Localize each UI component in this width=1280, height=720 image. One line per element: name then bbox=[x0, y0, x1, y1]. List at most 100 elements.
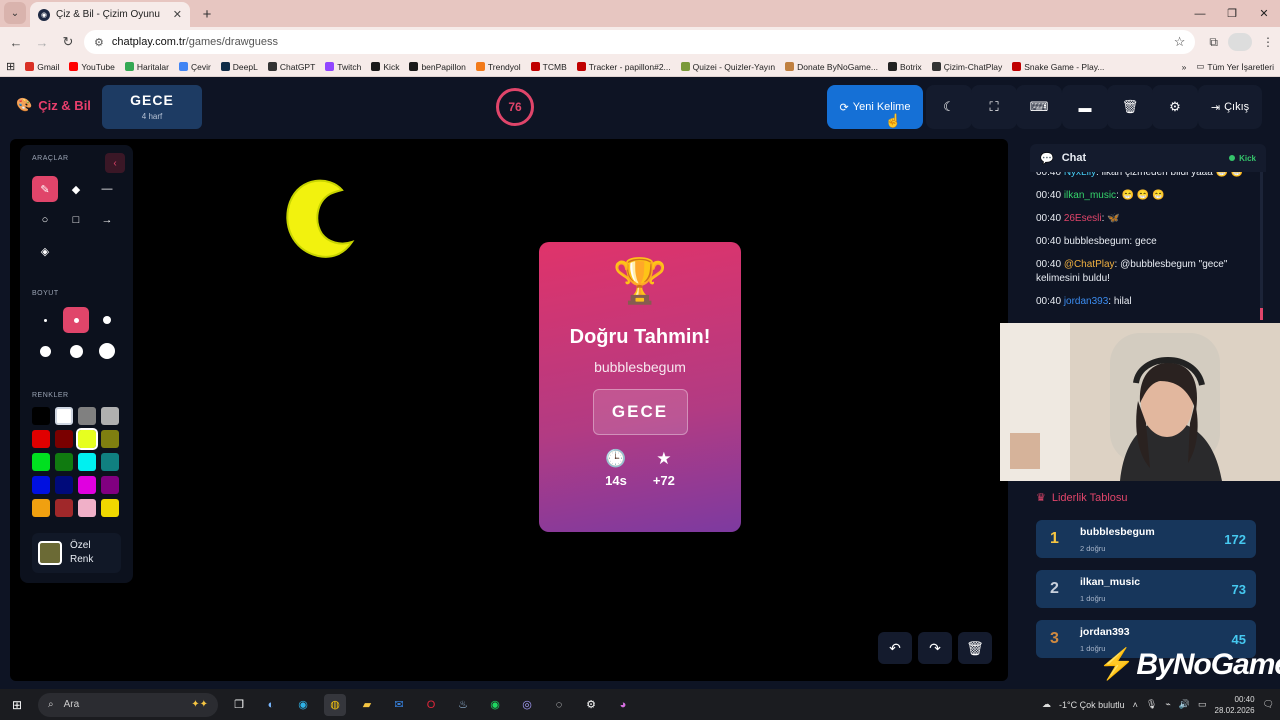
start-button[interactable]: ⊞ bbox=[6, 698, 28, 712]
chat-username[interactable]: NyxLily bbox=[1064, 172, 1096, 178]
size-m-button[interactable] bbox=[94, 307, 120, 333]
color-swatch[interactable] bbox=[55, 499, 73, 517]
color-swatch[interactable] bbox=[101, 499, 119, 517]
close-tab-icon[interactable]: ✕ bbox=[173, 8, 182, 21]
bookmark-item[interactable]: Donate ByNoGame... bbox=[785, 62, 878, 72]
exit-button[interactable]: ⇥ Çıkış bbox=[1198, 85, 1262, 129]
file-explorer-icon[interactable]: ▰ bbox=[356, 694, 378, 716]
volume-icon[interactable]: 🔊 bbox=[1179, 699, 1190, 710]
chat-username[interactable]: @ChatPlay bbox=[1064, 259, 1115, 270]
arrow-tool-button[interactable]: → bbox=[94, 207, 120, 233]
settings-button[interactable]: ⚙ bbox=[1152, 85, 1198, 129]
edge-icon[interactable]: ◉ bbox=[292, 694, 314, 716]
more-bookmarks-icon[interactable]: » bbox=[1182, 62, 1187, 72]
bookmark-item[interactable]: Kick bbox=[371, 62, 399, 72]
bookmark-star-icon[interactable]: ☆ bbox=[1174, 34, 1186, 50]
color-swatch[interactable] bbox=[32, 407, 50, 425]
obs-icon[interactable]: ◎ bbox=[516, 694, 538, 716]
color-swatch[interactable] bbox=[32, 499, 50, 517]
chrome-icon[interactable]: ◍ bbox=[324, 693, 346, 716]
reload-icon[interactable]: ↻ bbox=[58, 32, 78, 52]
color-swatch[interactable] bbox=[78, 476, 96, 494]
eraser-tool-button[interactable]: ◆ bbox=[63, 176, 89, 202]
app-icon-1[interactable]: ◌ bbox=[548, 694, 570, 716]
color-swatch[interactable] bbox=[76, 428, 98, 450]
app-icon-2[interactable]: ⚙ bbox=[580, 694, 602, 716]
new-word-button[interactable]: ⟳ Yeni Kelime bbox=[827, 85, 923, 129]
app-logo[interactable]: 🎨 Çiz & Bil bbox=[16, 97, 91, 113]
weather-icon[interactable]: ☁ bbox=[1042, 699, 1051, 710]
extensions-icon[interactable]: ⧉ bbox=[1209, 35, 1218, 50]
size-s-button[interactable] bbox=[63, 307, 89, 333]
network-icon[interactable]: ⌁ bbox=[1165, 699, 1170, 710]
bookmark-item[interactable]: Haritalar bbox=[124, 62, 169, 72]
minimize-icon[interactable]: — bbox=[1184, 0, 1216, 27]
copilot-icon[interactable]: ◐ bbox=[260, 694, 282, 716]
opera-icon[interactable]: O bbox=[420, 694, 442, 716]
weather-text[interactable]: -1°C Çok bulutlu bbox=[1059, 700, 1125, 710]
task-view-icon[interactable]: ❐ bbox=[228, 694, 250, 716]
color-swatch[interactable] bbox=[78, 453, 96, 471]
color-swatch[interactable] bbox=[55, 476, 73, 494]
bookmark-item[interactable]: Tracker - papillon#2... bbox=[576, 62, 671, 72]
color-swatch[interactable] bbox=[55, 453, 73, 471]
size-xl-button[interactable] bbox=[63, 338, 89, 364]
bookmark-item[interactable]: ChatGPT bbox=[267, 62, 315, 72]
color-swatch[interactable] bbox=[78, 499, 96, 517]
chat-username[interactable]: jordan393 bbox=[1064, 296, 1108, 307]
bookmark-item[interactable]: Quizei - Quizler-Yayın bbox=[680, 62, 775, 72]
rectangle-tool-button[interactable]: □ bbox=[63, 207, 89, 233]
bookmark-item[interactable]: Snake Game - Play... bbox=[1012, 62, 1104, 72]
bookmark-item[interactable]: DeepL bbox=[220, 62, 258, 72]
bookmark-item[interactable]: Botrix bbox=[887, 62, 922, 72]
fullscreen-button[interactable]: ⛶ bbox=[971, 85, 1017, 129]
color-swatch[interactable] bbox=[78, 407, 96, 425]
microphone-icon[interactable]: 🎙 bbox=[1146, 699, 1157, 710]
collapse-panel-button[interactable]: ‹ bbox=[105, 153, 125, 173]
bookmark-item[interactable]: Gmail bbox=[25, 62, 59, 72]
forward-icon[interactable]: → bbox=[32, 32, 52, 52]
tray-chevron-icon[interactable]: ˄ bbox=[1133, 700, 1138, 710]
dark-mode-button[interactable]: ☾ bbox=[926, 85, 972, 129]
bookmark-item[interactable]: benPapillon bbox=[409, 62, 466, 72]
drawing-canvas[interactable] bbox=[10, 139, 1008, 681]
tab-search-button[interactable]: ⌄ bbox=[4, 2, 26, 24]
clear-button[interactable]: 🗑 bbox=[1107, 85, 1153, 129]
redo-button[interactable]: ↷ bbox=[918, 632, 952, 664]
color-swatch[interactable] bbox=[32, 430, 50, 448]
brush-tool-button[interactable]: ✎ bbox=[32, 176, 58, 202]
back-icon[interactable]: ← bbox=[6, 32, 26, 52]
chat-username[interactable]: ilkan_music bbox=[1064, 190, 1116, 201]
bookmark-item[interactable]: Twitch bbox=[325, 62, 361, 72]
clear-canvas-button[interactable]: 🗑 bbox=[958, 632, 992, 664]
bookmark-item[interactable]: Çevir bbox=[178, 62, 211, 72]
color-swatch[interactable] bbox=[101, 453, 119, 471]
undo-button[interactable]: ↶ bbox=[878, 632, 912, 664]
browser-tab[interactable]: ◉ Çiz & Bil - Çizim Oyunu ✕ bbox=[30, 2, 190, 27]
chat-scrollbar[interactable] bbox=[1260, 172, 1263, 320]
url-bar[interactable]: ⚙ chatplay.com.tr/games/drawguess ☆ bbox=[84, 30, 1196, 54]
bookmark-item[interactable]: TCMB bbox=[530, 62, 567, 72]
color-swatch[interactable] bbox=[101, 476, 119, 494]
circle-tool-button[interactable]: ○ bbox=[32, 207, 58, 233]
custom-color-button[interactable]: Özel Renk bbox=[32, 533, 121, 573]
close-window-icon[interactable]: ✕ bbox=[1248, 0, 1280, 27]
color-swatch[interactable] bbox=[32, 476, 50, 494]
new-tab-button[interactable]: + bbox=[196, 3, 218, 25]
size-l-button[interactable] bbox=[32, 338, 58, 364]
color-swatch[interactable] bbox=[55, 407, 73, 425]
chat-messages[interactable]: 00:40 NyxLily: ilkan çizmeden bildi yaaa… bbox=[1030, 172, 1266, 322]
app-icon-3[interactable]: ◕ bbox=[612, 694, 634, 716]
menu-icon[interactable]: ⋮ bbox=[1262, 35, 1274, 49]
custom-color-swatch[interactable] bbox=[38, 541, 62, 565]
color-swatch[interactable] bbox=[101, 407, 119, 425]
archive-button[interactable]: ▬ bbox=[1062, 85, 1108, 129]
restore-icon[interactable]: ❐ bbox=[1216, 0, 1248, 27]
bookmark-item[interactable]: YouTube bbox=[69, 62, 115, 72]
apps-grid-icon[interactable]: ⊞ bbox=[6, 60, 15, 73]
line-tool-button[interactable]: — bbox=[94, 176, 120, 202]
size-xxl-button[interactable] bbox=[94, 338, 120, 364]
size-xs-button[interactable] bbox=[32, 307, 58, 333]
color-swatch[interactable] bbox=[55, 430, 73, 448]
notifications-icon[interactable]: 🗨 bbox=[1263, 699, 1274, 710]
